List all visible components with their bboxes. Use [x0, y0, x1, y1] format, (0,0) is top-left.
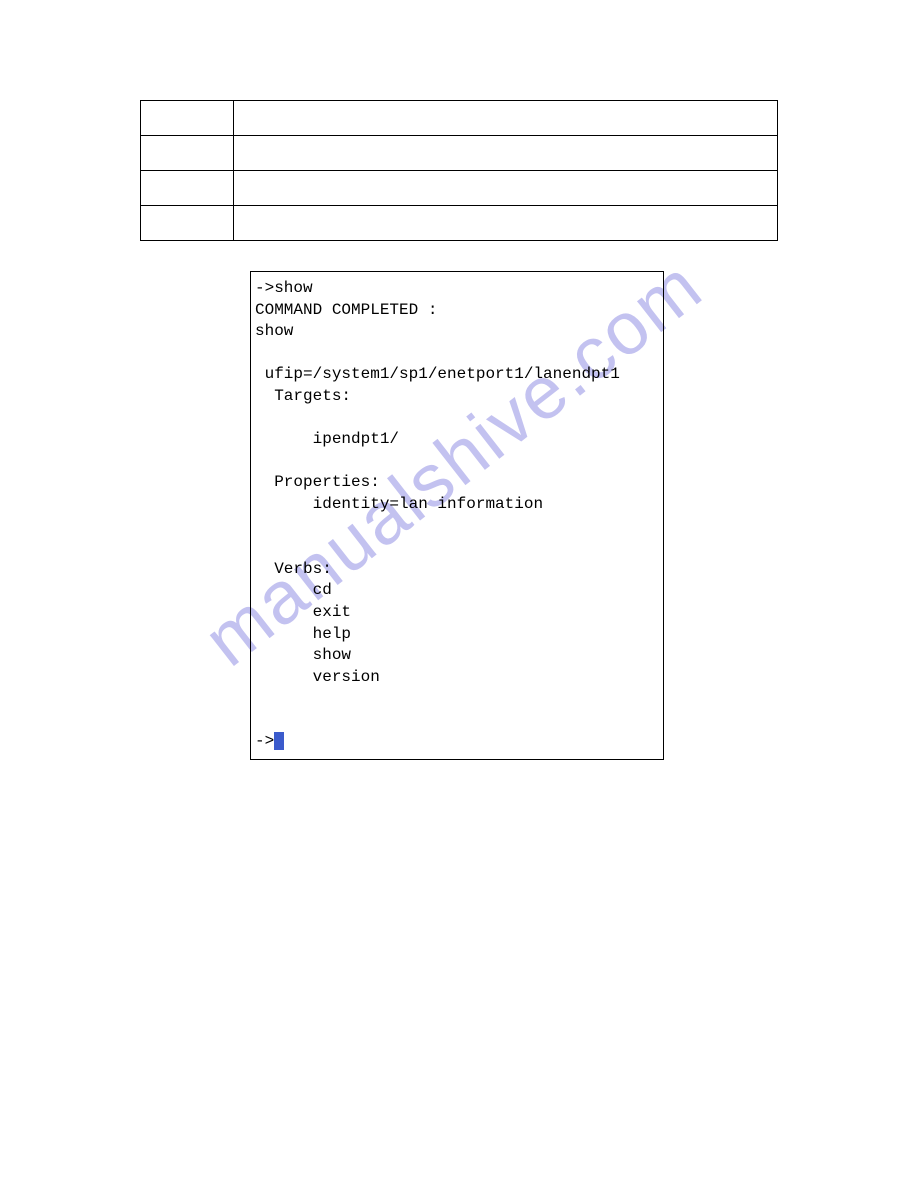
cell — [234, 206, 778, 241]
empty-table — [140, 100, 778, 241]
cell — [234, 136, 778, 171]
term-line: COMMAND COMPLETED : — [255, 301, 437, 319]
term-prompt: -> — [255, 732, 274, 750]
term-line: Targets: — [255, 387, 351, 405]
term-line: ipendpt1/ — [255, 430, 399, 448]
table-row — [141, 206, 778, 241]
cursor-block — [274, 732, 284, 750]
table-row — [141, 136, 778, 171]
term-line: ->show — [255, 279, 313, 297]
table-row — [141, 171, 778, 206]
cell — [141, 171, 234, 206]
page-content: manualshive.com ->show COMMAND COMPLETED… — [0, 0, 918, 820]
term-line: cd — [255, 581, 332, 599]
cell — [141, 101, 234, 136]
terminal-output: ->show COMMAND COMPLETED : show ufip=/sy… — [250, 271, 664, 760]
term-line: show — [255, 322, 293, 340]
term-line: exit — [255, 603, 351, 621]
term-line: Verbs: — [255, 560, 332, 578]
term-line: show — [255, 646, 351, 664]
term-line: version — [255, 668, 380, 686]
table-row — [141, 101, 778, 136]
term-line: Properties: — [255, 473, 380, 491]
cell — [141, 136, 234, 171]
cell — [234, 101, 778, 136]
term-line: identity=lan information — [255, 495, 543, 513]
cell — [141, 206, 234, 241]
term-line: ufip=/system1/sp1/enetport1/lanendpt1 — [255, 365, 620, 383]
cell — [234, 171, 778, 206]
term-line: help — [255, 625, 351, 643]
